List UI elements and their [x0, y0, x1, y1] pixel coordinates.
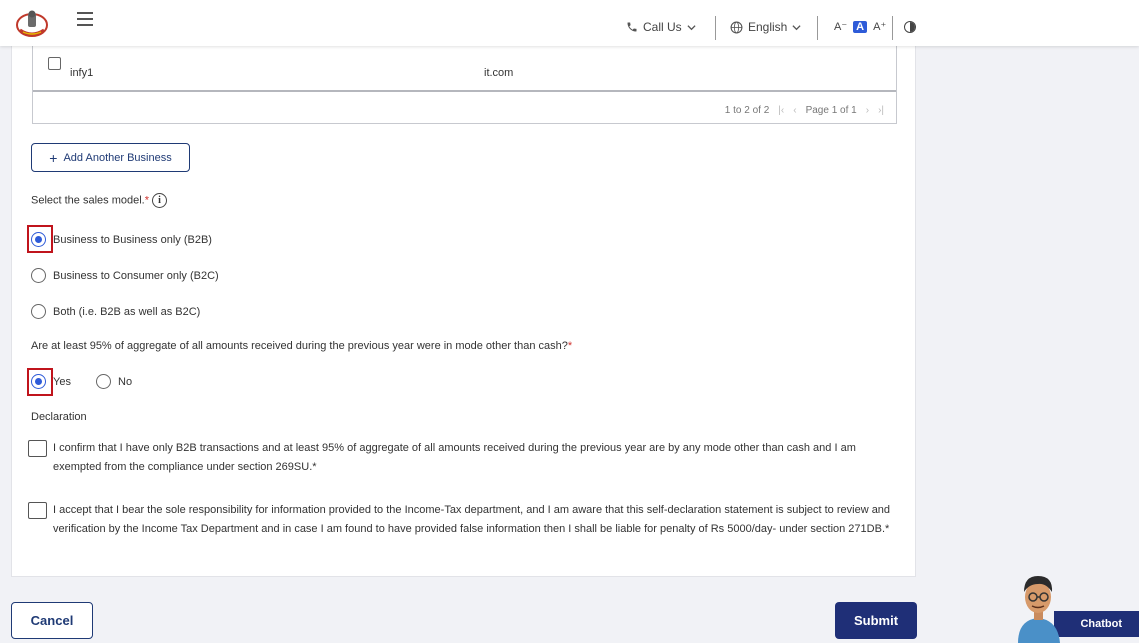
business-name-cell: infy1: [70, 67, 94, 79]
font-increase-button[interactable]: A⁺: [872, 20, 887, 33]
declaration-checkbox[interactable]: [28, 502, 47, 519]
contrast-toggle-icon[interactable]: [904, 21, 916, 33]
pagination-page: Page 1 of 1: [805, 105, 857, 116]
plus-icon: +: [49, 149, 58, 166]
table-pagination: 1 to 2 of 2 |‹ ‹ Page 1 of 1 › ›|: [725, 105, 884, 116]
highlight-box: [27, 368, 53, 396]
prev-page-icon[interactable]: ‹: [793, 105, 796, 116]
add-business-label: Add Another Business: [63, 151, 172, 164]
top-header: Call Us English A⁻ A A⁺: [0, 0, 1139, 46]
declaration-item-responsibility: I accept that I bear the sole responsibi…: [28, 501, 898, 539]
radio-label: Both (i.e. B2B as well as B2C): [53, 305, 201, 318]
required-mark: *: [567, 340, 573, 352]
font-size-controls: A⁻ A A⁺: [833, 20, 887, 33]
radio-option-b2b[interactable]: Business to Business only (B2B): [31, 232, 212, 247]
chevron-down-icon: [792, 24, 801, 30]
declaration-text: I confirm that I have only B2B transacti…: [53, 442, 856, 473]
pagination-range: 1 to 2 of 2: [724, 105, 770, 116]
form-card: infy1 it.com 1 to 2 of 2 |‹ ‹ Page 1 of …: [11, 46, 916, 577]
radio-option-both[interactable]: Both (i.e. B2B as well as B2C): [31, 304, 200, 319]
radio-option-b2c[interactable]: Business to Consumer only (B2C): [31, 268, 219, 283]
cash-mode-question: Are at least 95% of aggregate of all amo…: [31, 340, 572, 352]
radio-label: Business to Consumer only (B2C): [53, 269, 219, 282]
declaration-text: I accept that I bear the sole responsibi…: [53, 504, 891, 535]
language-dropdown[interactable]: English: [730, 20, 801, 34]
last-page-icon[interactable]: ›|: [878, 105, 884, 116]
highlight-box: [27, 225, 53, 253]
declaration-checkbox[interactable]: [28, 440, 47, 457]
radio-button[interactable]: [31, 304, 46, 319]
divider: [817, 16, 818, 40]
radio-label: Business to Business only (B2B): [53, 233, 212, 246]
chatbot-avatar-icon: [1018, 576, 1060, 643]
declaration-title: Declaration: [31, 411, 87, 423]
menu-icon[interactable]: [77, 12, 93, 26]
business-table: infy1 it.com 1 to 2 of 2 |‹ ‹ Page 1 of …: [32, 46, 897, 124]
call-us-label: Call Us: [643, 20, 682, 34]
business-domain-cell: it.com: [484, 67, 514, 79]
globe-icon: [730, 21, 743, 33]
cash-question-text: Are at least 95% of aggregate of all amo…: [31, 340, 568, 352]
table-row: infy1 it.com: [33, 52, 896, 92]
radio-button[interactable]: [31, 268, 46, 283]
radio-option-no[interactable]: No: [96, 374, 132, 389]
language-label: English: [748, 20, 788, 34]
cancel-button[interactable]: Cancel: [11, 602, 93, 639]
chatbot-launcher[interactable]: Chatbot: [1012, 570, 1139, 643]
declaration-item-b2b-confirm: I confirm that I have only B2B transacti…: [28, 439, 898, 477]
font-decrease-button[interactable]: A⁻: [833, 20, 848, 33]
next-page-icon[interactable]: ›: [866, 105, 869, 116]
font-normal-button[interactable]: A: [853, 20, 868, 33]
row-checkbox[interactable]: [48, 57, 61, 70]
required-mark: *: [144, 194, 150, 207]
phone-icon: [627, 22, 637, 32]
first-page-icon[interactable]: |‹: [778, 105, 784, 116]
sales-model-question-text: Select the sales model.: [31, 194, 145, 207]
radio-label: No: [118, 375, 133, 388]
emblem-logo[interactable]: [15, 8, 49, 38]
add-another-business-button[interactable]: + Add Another Business: [31, 143, 190, 172]
chatbot-label: Chatbot: [1054, 611, 1139, 637]
call-us-dropdown[interactable]: Call Us: [626, 20, 696, 34]
chevron-down-icon: [687, 24, 696, 30]
divider: [892, 16, 893, 40]
radio-button[interactable]: [96, 374, 111, 389]
submit-button[interactable]: Submit: [835, 602, 917, 639]
divider: [715, 16, 716, 40]
radio-label: Yes: [53, 375, 71, 388]
sales-model-question: Select the sales model.* i: [31, 193, 168, 208]
info-icon[interactable]: i: [152, 193, 168, 208]
